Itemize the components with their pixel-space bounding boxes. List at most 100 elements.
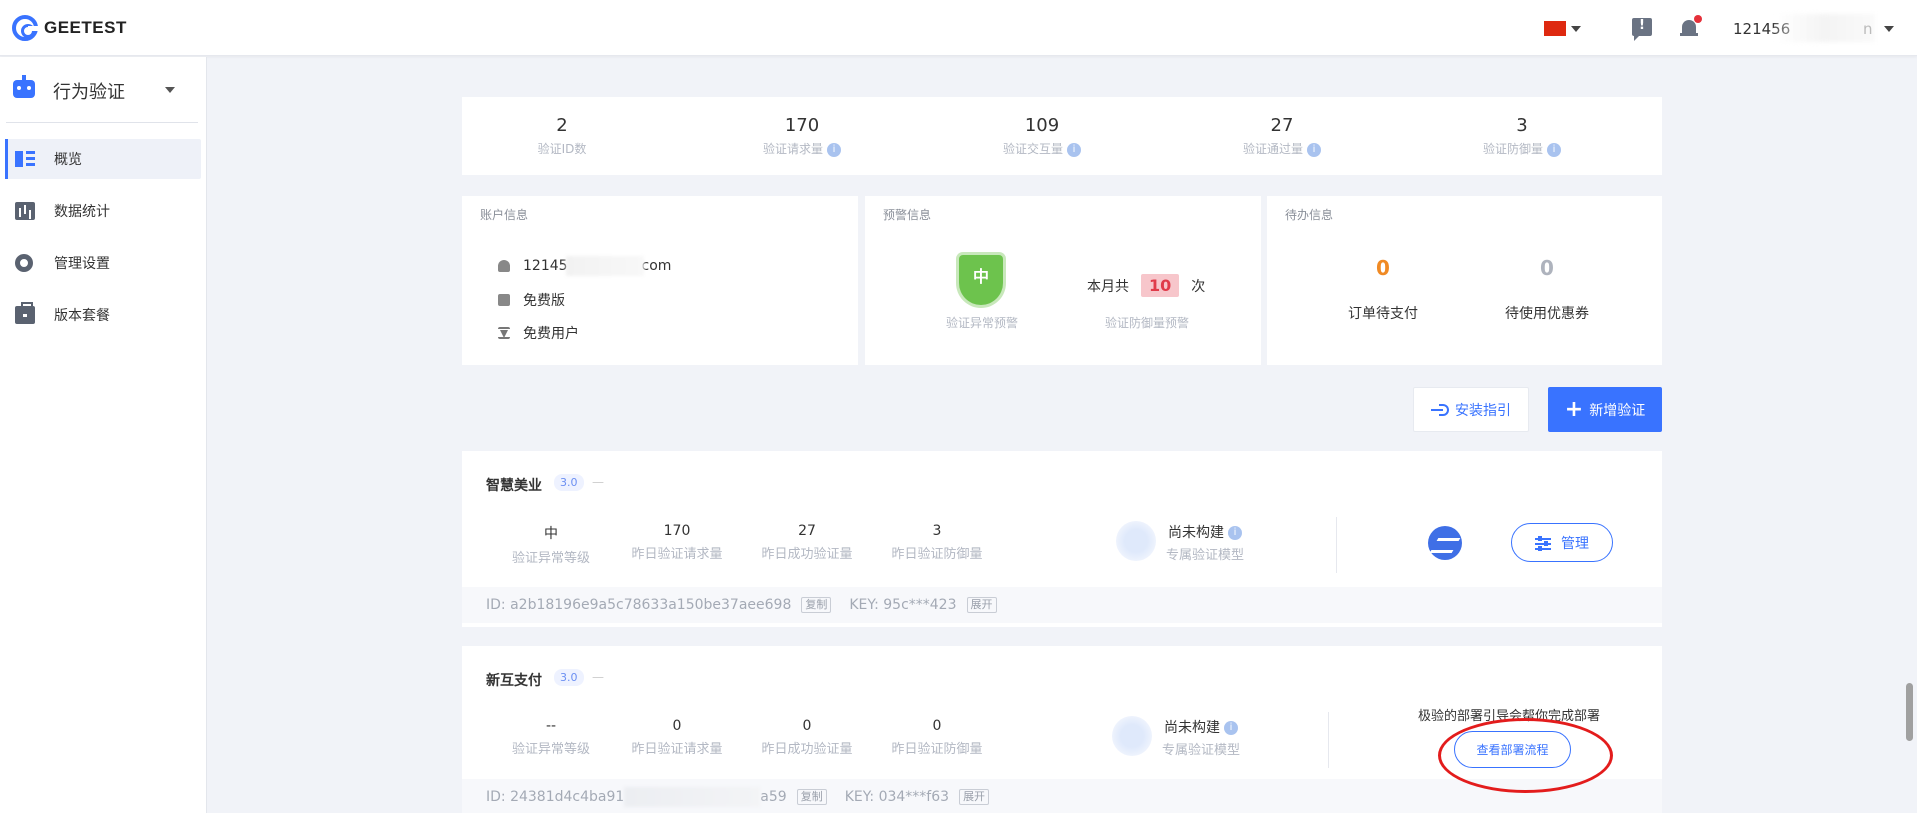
stat-value: 3: [1516, 115, 1528, 136]
defense-warning-label: 验证防御量预警: [1104, 316, 1189, 330]
stat-value: 27: [1270, 115, 1294, 136]
expand-key-button[interactable]: 展开: [966, 597, 997, 613]
stat-label: 验证防御量: [1482, 142, 1543, 156]
stat-value: 109: [1024, 115, 1060, 136]
app-card-xinhu-pay: 新互支付 3.0 — -- 验证异常等级 0 昨日验证请求量 0 昨日成功验证量…: [462, 646, 1662, 813]
metric-value: 0: [932, 718, 942, 734]
metric-success: 27 昨日成功验证量: [742, 523, 872, 562]
panel-title: 待办信息: [1285, 208, 1334, 222]
expand-key-button[interactable]: 展开: [959, 789, 990, 805]
stat-pass-count: 27 验证通过量 i: [1182, 115, 1382, 157]
copy-button[interactable]: 复制: [801, 597, 832, 613]
info-icon[interactable]: i: [1228, 526, 1242, 540]
product-switcher[interactable]: 行为验证: [0, 57, 207, 123]
install-guide-button[interactable]: 安装指引: [1413, 387, 1529, 432]
metric-label: 昨日成功验证量: [761, 547, 853, 562]
sidebar-item-label: 数据统计: [54, 204, 110, 220]
card-divider: [1328, 712, 1329, 768]
metric-value: 27: [798, 523, 816, 539]
stat-label: 验证请求量: [762, 142, 823, 156]
page-scrollbar[interactable]: [1906, 683, 1913, 741]
pending-orders-label[interactable]: 订单待支付: [1323, 303, 1443, 323]
copy-button[interactable]: 复制: [796, 789, 827, 805]
account-user-type-row: 免费用户: [498, 323, 579, 343]
email-redaction: [565, 256, 644, 276]
person-icon: [498, 260, 510, 272]
panel-title: 账户信息: [480, 208, 529, 222]
sidebar-item-label: 概览: [54, 152, 82, 168]
month-suffix: 次: [1191, 278, 1206, 295]
sidebar-divider: [6, 122, 198, 123]
geetest-logo[interactable]: GEETEST: [12, 15, 127, 41]
info-icon[interactable]: i: [1224, 721, 1238, 735]
card-divider: [1336, 517, 1337, 573]
stat-id-count: 2 验证ID数: [462, 115, 662, 157]
activity-pulse-icon[interactable]: [1428, 526, 1462, 560]
app-key: KEY: 034***f63: [844, 789, 950, 805]
shield-icon: 中: [959, 255, 1003, 305]
app-name[interactable]: 新互支付: [486, 670, 542, 690]
app-key: KEY: 95c***423: [849, 597, 957, 613]
feedback-message-icon[interactable]: [1632, 18, 1652, 41]
sidebar-item-settings[interactable]: 管理设置: [5, 243, 201, 283]
metric-requests: 0 昨日验证请求量: [612, 718, 742, 757]
notification-bell-icon[interactable]: [1680, 15, 1702, 38]
info-icon[interactable]: i: [1067, 142, 1081, 157]
metric-value: 0: [802, 718, 812, 734]
app-id: ID: a2b18196e9a5c78633a150be37aee698: [486, 597, 792, 613]
version-separator: —: [592, 475, 604, 489]
add-verification-button[interactable]: + 新增验证: [1548, 387, 1662, 432]
version-badge: 3.0: [554, 669, 584, 686]
top-bar: GEETEST 121456 n: [0, 0, 1917, 56]
stat-value: 2: [556, 115, 568, 136]
china-flag-icon[interactable]: [1544, 21, 1566, 36]
sliders-icon: [1535, 535, 1551, 550]
metric-anomaly-level: 中 验证异常等级: [486, 523, 616, 566]
overview-icon: [15, 150, 35, 168]
metric-success: 0 昨日成功验证量: [742, 718, 872, 757]
metric-label: 昨日验证防御量: [891, 547, 983, 562]
info-icon[interactable]: i: [1307, 142, 1321, 157]
sidebar-item-statistics[interactable]: 数据统计: [5, 191, 201, 231]
metric-label: 昨日验证请求量: [631, 547, 723, 562]
info-icon[interactable]: i: [1547, 142, 1561, 157]
model-status: 尚未构建 i: [1168, 522, 1242, 542]
gear-icon: [15, 254, 33, 272]
sidebar-item-package[interactable]: 版本套餐: [5, 295, 201, 335]
metric-value: 3: [932, 523, 942, 539]
chevron-down-icon[interactable]: [165, 87, 175, 93]
metric-label: 昨日成功验证量: [761, 742, 853, 757]
coupons-label[interactable]: 待使用优惠券: [1487, 303, 1607, 323]
metric-value: --: [545, 718, 557, 734]
sidebar: 行为验证 概览 数据统计 管理设置 版本套餐: [0, 57, 207, 813]
app-name[interactable]: 智慧美业: [486, 475, 542, 495]
stat-label: 验证交互量: [1002, 142, 1063, 156]
plan-name: 免费版: [523, 293, 565, 309]
pending-orders-count[interactable]: 0: [1333, 256, 1433, 280]
view-deploy-flow-button[interactable]: 查看部署流程: [1454, 731, 1571, 768]
user-name-suffix: n: [1863, 20, 1873, 38]
sidebar-item-overview[interactable]: 概览: [5, 139, 201, 179]
user-menu-caret-icon[interactable]: [1884, 26, 1894, 32]
manage-button[interactable]: 管理: [1511, 523, 1613, 562]
info-icon[interactable]: i: [827, 142, 841, 157]
metric-label: 验证异常等级: [511, 551, 590, 566]
email-end: com: [641, 258, 672, 274]
app-id-start: ID: 24381d4c4ba91: [486, 789, 625, 805]
stat-label: 验证ID数: [537, 142, 587, 156]
deploy-hint: 极验的部署引导会帮你完成部署: [1418, 709, 1601, 724]
version-separator: —: [592, 670, 604, 684]
summary-stats-card: 2 验证ID数 170 验证请求量 i 109 验证交互量 i 27 验证通过量 i …: [462, 97, 1662, 175]
metric-anomaly-level: -- 验证异常等级: [486, 718, 616, 757]
logo-text: GEETEST: [44, 18, 127, 37]
plus-icon: +: [1564, 396, 1584, 422]
account-plan-row: 免费版: [498, 290, 565, 310]
account-info-card: 账户信息 12145 com 免费版 免费用户: [462, 196, 858, 365]
language-caret-icon[interactable]: [1571, 26, 1581, 32]
metric-value: 中: [544, 526, 558, 542]
monthly-warning-count: 本月共 10 次: [1087, 274, 1205, 297]
coupons-count[interactable]: 0: [1497, 256, 1597, 280]
app-id-end: a59: [760, 789, 787, 805]
app-card-smart-beauty: 智慧美业 3.0 — 中 验证异常等级 170 昨日验证请求量 27 昨日成功验…: [462, 451, 1662, 627]
model-status-icon: [1116, 521, 1156, 561]
